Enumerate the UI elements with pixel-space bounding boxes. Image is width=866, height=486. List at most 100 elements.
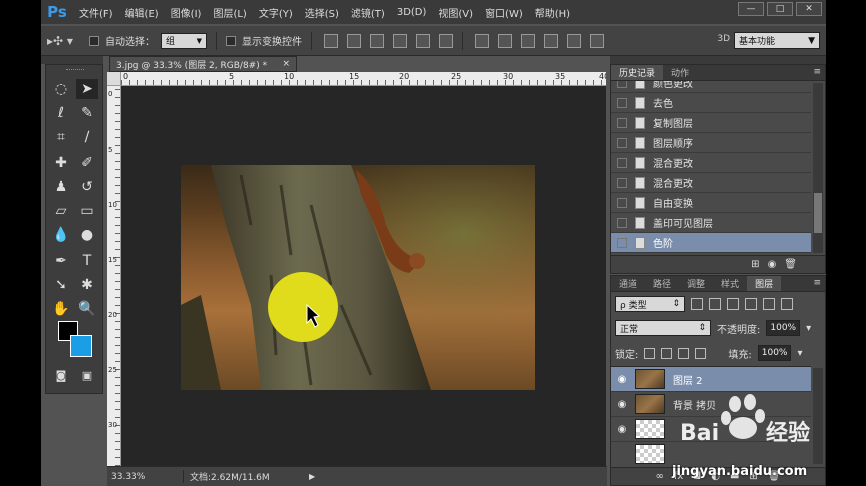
- adjustment-layer-icon[interactable]: ◐: [711, 471, 720, 482]
- tab-styles[interactable]: 样式: [713, 276, 747, 291]
- blend-mode-dropdown[interactable]: 正常 ⇕: [615, 320, 711, 336]
- eraser-tool-icon[interactable]: ▱: [50, 201, 72, 221]
- history-item-active[interactable]: 色阶: [611, 233, 811, 253]
- close-icon[interactable]: ×: [282, 59, 290, 69]
- panel-menu-icon[interactable]: ≡: [813, 278, 821, 288]
- menu-help[interactable]: 帮助(H): [529, 5, 576, 20]
- menu-filter[interactable]: 滤镜(T): [345, 5, 391, 20]
- history-item[interactable]: 混合更改: [611, 173, 811, 193]
- snapshot-checkbox[interactable]: [617, 81, 627, 88]
- tab-adjustments[interactable]: 调整: [679, 276, 713, 291]
- distribute-bottom-icon[interactable]: [521, 33, 535, 48]
- history-brush-tool-icon[interactable]: ↺: [76, 177, 98, 197]
- auto-select-dropdown[interactable]: 组 ▼: [161, 32, 207, 49]
- filter-pixel-icon[interactable]: [691, 298, 703, 310]
- visibility-eye-icon[interactable]: ◉: [615, 374, 629, 385]
- layer-style-icon[interactable]: fx: [674, 471, 683, 482]
- menu-type[interactable]: 文字(Y): [253, 5, 299, 20]
- history-scrollbar[interactable]: [813, 83, 823, 253]
- distribute-top-icon[interactable]: [475, 33, 489, 48]
- horizontal-ruler[interactable]: 0 5 10 15 20 25 30 35 40: [121, 72, 606, 86]
- eyedropper-tool-icon[interactable]: ∕: [76, 127, 98, 147]
- crop-tool-icon[interactable]: ⌗: [50, 127, 72, 147]
- workspace-dropdown[interactable]: 基本功能 ▼: [734, 32, 820, 49]
- snapshot-checkbox[interactable]: [617, 137, 627, 148]
- new-document-from-state-icon[interactable]: ⊞: [751, 259, 759, 270]
- show-transform-checkbox[interactable]: [226, 35, 236, 46]
- document-image[interactable]: [181, 165, 535, 390]
- screen-mode-icon[interactable]: ▣: [76, 365, 98, 385]
- status-menu-icon[interactable]: ▶: [309, 472, 315, 481]
- distribute-hcenter-icon[interactable]: [567, 33, 581, 48]
- lock-transparent-icon[interactable]: [644, 347, 656, 359]
- tool-preset-picker[interactable]: ▸✣ ▾: [47, 31, 83, 51]
- background-color-swatch[interactable]: [70, 335, 92, 357]
- auto-select-checkbox[interactable]: [89, 35, 99, 46]
- tab-layers[interactable]: 图层: [747, 276, 782, 291]
- distribute-right-icon[interactable]: [590, 33, 604, 48]
- filter-smart-object-icon[interactable]: [763, 298, 775, 310]
- visibility-eye-icon[interactable]: ◉: [615, 424, 629, 435]
- align-top-icon[interactable]: [324, 33, 338, 48]
- trash-icon[interactable]: 🗑: [768, 471, 781, 482]
- pen-tool-icon[interactable]: ✒: [50, 251, 72, 271]
- trash-icon[interactable]: 🗑: [784, 259, 797, 270]
- menu-image[interactable]: 图像(I): [165, 5, 208, 20]
- history-item[interactable]: 图层顺序: [611, 133, 811, 153]
- fill-slider-icon[interactable]: ▾: [797, 348, 802, 359]
- menu-select[interactable]: 选择(S): [299, 5, 345, 20]
- filter-toggle-icon[interactable]: [781, 298, 793, 310]
- menu-view[interactable]: 视图(V): [432, 5, 479, 20]
- quick-mask-icon[interactable]: ◙: [50, 365, 72, 385]
- panel-menu-icon[interactable]: ≡: [813, 67, 821, 77]
- layer-row[interactable]: ◉ 背景 拷贝: [611, 392, 811, 417]
- filter-shape-icon[interactable]: [745, 298, 757, 310]
- align-bottom-icon[interactable]: [370, 33, 384, 48]
- tab-history[interactable]: 历史记录: [611, 65, 664, 80]
- shape-tool-icon[interactable]: ✱: [76, 275, 98, 295]
- snapshot-checkbox[interactable]: [617, 97, 627, 108]
- snapshot-checkbox[interactable]: [617, 177, 627, 188]
- type-tool-icon[interactable]: T: [76, 251, 98, 271]
- menu-file[interactable]: 文件(F): [73, 5, 119, 20]
- align-right-icon[interactable]: [439, 33, 453, 48]
- snapshot-checkbox[interactable]: [617, 237, 627, 248]
- filter-adjustment-icon[interactable]: [709, 298, 721, 310]
- close-button[interactable]: ✕: [796, 2, 822, 16]
- history-item[interactable]: 去色: [611, 93, 811, 113]
- menu-window[interactable]: 窗口(W): [479, 5, 529, 20]
- hand-tool-icon[interactable]: ✋: [50, 299, 72, 319]
- clone-stamp-tool-icon[interactable]: ♟: [50, 177, 72, 197]
- dodge-tool-icon[interactable]: ●: [76, 225, 98, 245]
- menu-layer[interactable]: 图层(L): [207, 5, 252, 20]
- menu-3d[interactable]: 3D(D): [391, 7, 433, 18]
- layers-scrollbar[interactable]: [813, 368, 823, 464]
- add-mask-icon[interactable]: ◘: [693, 471, 701, 482]
- ruler-origin[interactable]: [107, 72, 121, 86]
- gradient-tool-icon[interactable]: ▭: [76, 201, 98, 221]
- link-layers-icon[interactable]: ∞: [656, 471, 664, 482]
- menu-edit[interactable]: 编辑(E): [119, 5, 165, 20]
- layer-row[interactable]: ◉: [611, 417, 811, 442]
- minimize-button[interactable]: —: [738, 2, 764, 16]
- new-layer-icon[interactable]: ⊞: [749, 471, 757, 482]
- layer-row[interactable]: [611, 442, 811, 466]
- distribute-vcenter-icon[interactable]: [498, 33, 512, 48]
- zoom-tool-icon[interactable]: 🔍: [76, 299, 98, 319]
- zoom-level[interactable]: 33.33%: [107, 472, 147, 482]
- new-group-icon[interactable]: ▬: [730, 471, 739, 482]
- layer-filter-dropdown[interactable]: ρ 类型 ⇕: [615, 296, 685, 312]
- maximize-button[interactable]: □: [767, 2, 793, 16]
- canvas-area[interactable]: [121, 86, 606, 466]
- path-select-tool-icon[interactable]: ➘: [50, 275, 72, 295]
- distribute-left-icon[interactable]: [544, 33, 558, 48]
- marquee-tool-icon[interactable]: ◌: [50, 79, 72, 99]
- snapshot-checkbox[interactable]: [617, 157, 627, 168]
- healing-brush-tool-icon[interactable]: ✚: [50, 153, 72, 173]
- align-left-icon[interactable]: [393, 33, 407, 48]
- history-item[interactable]: 颜色更改: [611, 81, 811, 93]
- filter-type-icon[interactable]: [727, 298, 739, 310]
- document-tab[interactable]: 3.jpg @ 33.3% (图层 2, RGB/8#) * ×: [109, 56, 297, 72]
- opacity-input[interactable]: 100%: [766, 320, 801, 336]
- align-hcenter-icon[interactable]: [416, 33, 430, 48]
